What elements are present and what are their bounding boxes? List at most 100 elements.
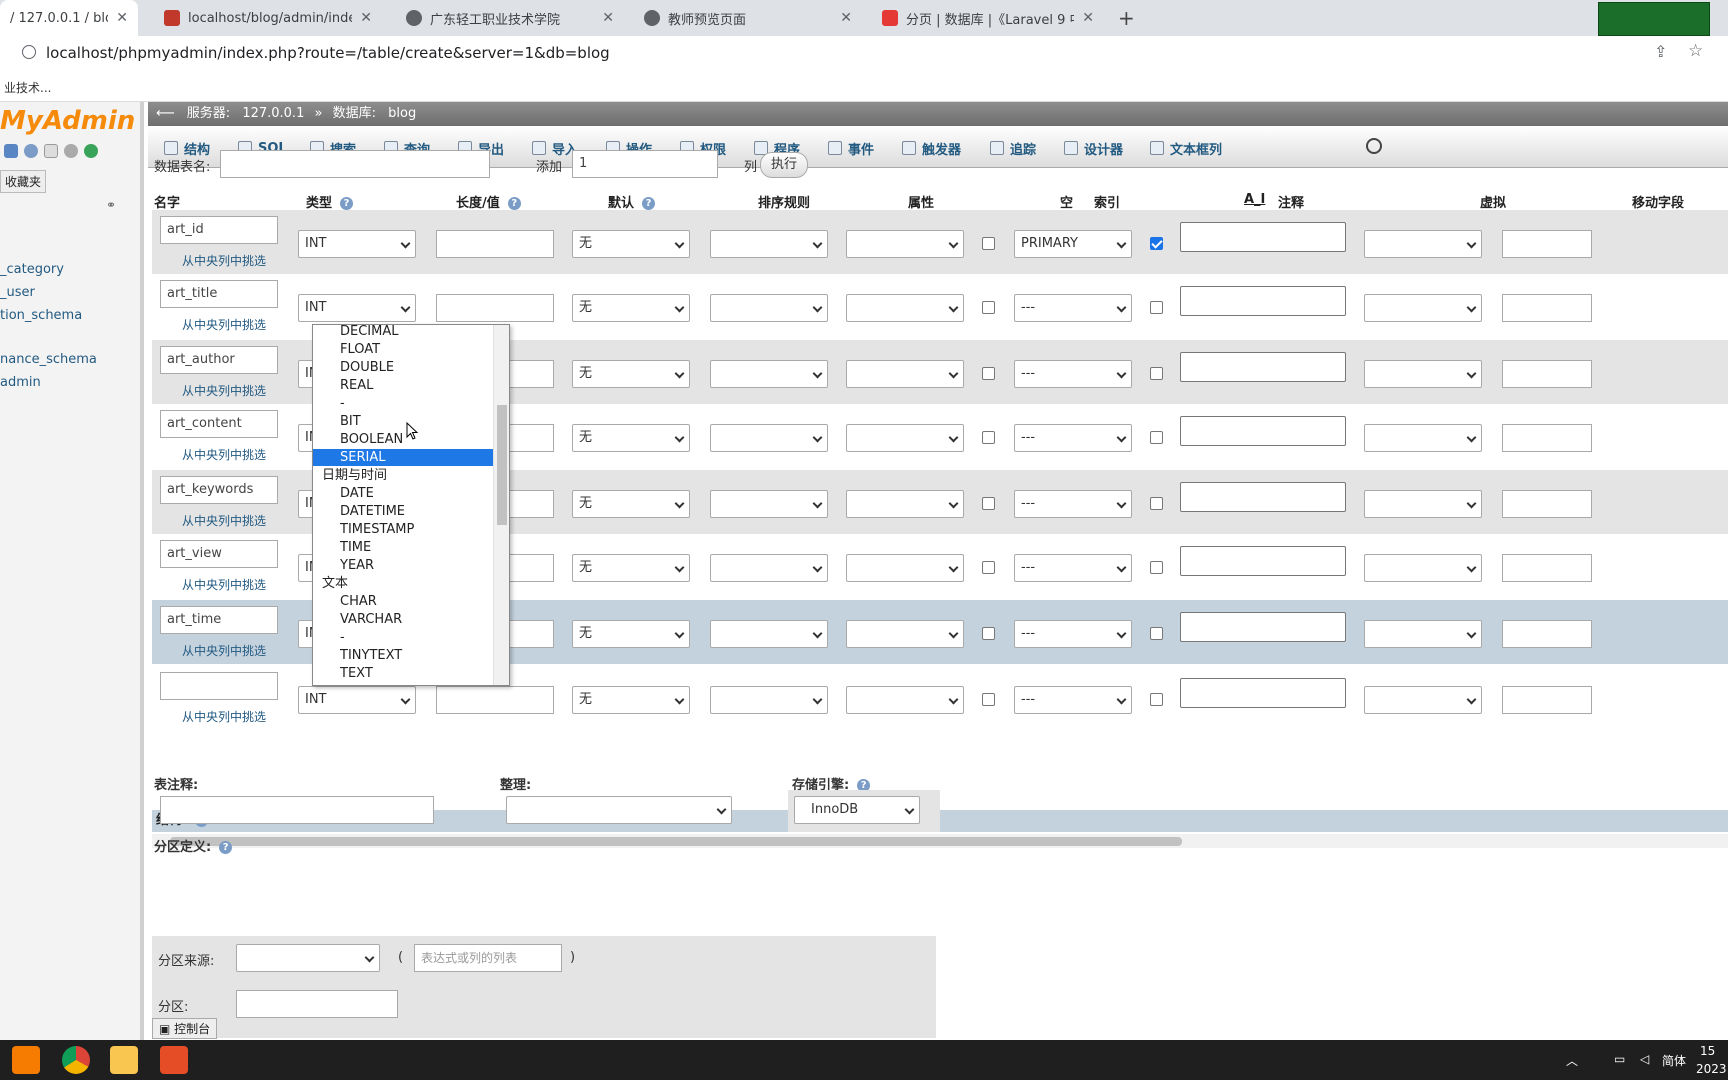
db-item[interactable]: tion_schema — [0, 308, 82, 323]
column-name-input[interactable]: art_time — [160, 606, 278, 634]
pick-central-link[interactable]: 从中央列中挑选 — [182, 576, 266, 593]
ai-checkbox[interactable] — [1150, 561, 1163, 574]
attributes-select[interactable] — [846, 490, 964, 518]
link-icon[interactable]: ⚭ — [106, 198, 116, 212]
close-icon[interactable]: ✕ — [360, 10, 372, 26]
index-select[interactable]: --- — [1014, 294, 1132, 322]
index-select[interactable]: --- — [1014, 554, 1132, 582]
collation-select[interactable] — [710, 360, 828, 388]
volume-icon[interactable]: ◁ — [1640, 1052, 1649, 1066]
browser-tab-admin[interactable]: localhost/blog/admin/index ✕ — [154, 0, 382, 36]
docs-icon[interactable] — [44, 144, 58, 158]
null-checkbox[interactable] — [982, 367, 995, 380]
column-name-input[interactable]: art_title — [160, 280, 278, 308]
index-select[interactable]: --- — [1014, 424, 1132, 452]
index-select[interactable]: PRIMARY — [1014, 230, 1132, 258]
default-select[interactable]: 无 — [572, 490, 690, 518]
type-option[interactable]: DATE — [313, 485, 493, 502]
null-checkbox[interactable] — [982, 561, 995, 574]
type-select[interactable]: INT — [298, 230, 416, 258]
type-option[interactable]: CHAR — [313, 593, 493, 610]
partition-by-select[interactable] — [236, 944, 380, 972]
move-column-select[interactable] — [1502, 294, 1592, 322]
horizontal-scrollbar[interactable] — [152, 834, 1728, 848]
move-column-select[interactable] — [1502, 424, 1592, 452]
virtual-select[interactable] — [1364, 294, 1482, 322]
type-option[interactable]: SERIAL — [313, 449, 493, 466]
ime-indicator[interactable]: 简体 — [1662, 1052, 1686, 1069]
type-select[interactable]: INT — [298, 294, 416, 322]
tab-central-columns[interactable]: 文本框列 — [1144, 134, 1228, 162]
collation-select[interactable] — [710, 490, 828, 518]
virtual-select[interactable] — [1364, 424, 1482, 452]
logo[interactable]: MyAdmin — [0, 106, 135, 136]
help-icon[interactable]: ? — [642, 197, 656, 210]
url-text[interactable]: localhost/phpmyadmin/index.php?route=/ta… — [46, 44, 610, 62]
help-icon[interactable]: ? — [340, 197, 354, 210]
ai-checkbox[interactable] — [1150, 627, 1163, 640]
move-column-select[interactable] — [1502, 686, 1592, 714]
scrollbar-thumb[interactable] — [170, 837, 1182, 846]
comment-textarea[interactable] — [1180, 222, 1346, 252]
attributes-select[interactable] — [846, 686, 964, 714]
index-select[interactable]: --- — [1014, 686, 1132, 714]
network-icon[interactable]: ▭ — [1614, 1052, 1625, 1066]
attributes-select[interactable] — [846, 230, 964, 258]
table-comment-input[interactable] — [160, 796, 434, 824]
chevron-up-icon[interactable]: ︿ — [1566, 1052, 1578, 1069]
type-option[interactable]: DATETIME — [313, 503, 493, 520]
default-select[interactable]: 无 — [572, 620, 690, 648]
browser-tab-phpmyadmin[interactable]: / 127.0.0.1 / blog | p ✕ — [0, 0, 138, 36]
null-checkbox[interactable] — [982, 431, 995, 444]
move-column-select[interactable] — [1502, 490, 1592, 518]
folder-icon[interactable] — [110, 1046, 138, 1074]
default-select[interactable]: 无 — [572, 360, 690, 388]
collation-select[interactable] — [710, 230, 828, 258]
xampp-icon[interactable] — [12, 1046, 40, 1074]
length-input[interactable] — [436, 294, 554, 322]
column-name-input[interactable]: art_keywords — [160, 476, 278, 504]
attributes-select[interactable] — [846, 424, 964, 452]
collation-select[interactable] — [506, 796, 732, 824]
pick-central-link[interactable]: 从中央列中挑选 — [182, 642, 266, 659]
comment-textarea[interactable] — [1180, 546, 1346, 576]
index-select[interactable]: --- — [1014, 620, 1132, 648]
index-select[interactable]: --- — [1014, 490, 1132, 518]
move-column-select[interactable] — [1502, 360, 1592, 388]
ai-checkbox[interactable] — [1150, 497, 1163, 510]
home-icon[interactable] — [4, 144, 18, 158]
virtual-select[interactable] — [1364, 554, 1482, 582]
address-bar[interactable]: localhost/phpmyadmin/index.php?route=/ta… — [0, 36, 1728, 76]
type-option[interactable]: TINYTEXT — [313, 647, 493, 664]
null-checkbox[interactable] — [982, 497, 995, 510]
null-checkbox[interactable] — [982, 693, 995, 706]
column-name-input[interactable] — [160, 672, 278, 700]
bookmark-item[interactable]: 业技术... — [4, 81, 51, 95]
default-select[interactable]: 无 — [572, 294, 690, 322]
type-option[interactable]: VARCHAR — [313, 611, 493, 628]
ai-checkbox[interactable] — [1150, 693, 1163, 706]
attributes-select[interactable] — [846, 620, 964, 648]
pick-central-link[interactable]: 从中央列中挑选 — [182, 446, 266, 463]
db-item[interactable]: admin — [0, 375, 41, 390]
collation-select[interactable] — [710, 686, 828, 714]
comment-textarea[interactable] — [1180, 612, 1346, 642]
collapse-icon[interactable]: ⟵ — [156, 106, 175, 121]
db-item[interactable]: _user — [0, 285, 35, 300]
chrome-icon[interactable] — [62, 1046, 90, 1074]
go-button[interactable]: 执行 — [760, 152, 809, 178]
default-select[interactable]: 无 — [572, 424, 690, 452]
type-option[interactable]: FLOAT — [313, 341, 493, 358]
table-name-input[interactable] — [220, 150, 490, 178]
type-option[interactable]: TIMESTAMP — [313, 521, 493, 538]
browser-tab-college[interactable]: 广东轻工职业技术学院 ✕ — [396, 0, 624, 36]
comment-textarea[interactable] — [1180, 352, 1346, 382]
type-select[interactable]: INT — [298, 686, 416, 714]
console-toggle[interactable]: ▣ 控制台 — [152, 1018, 218, 1039]
move-column-select[interactable] — [1502, 230, 1592, 258]
comment-textarea[interactable] — [1180, 286, 1346, 316]
server-link[interactable]: 127.0.0.1 — [242, 106, 304, 121]
virtual-select[interactable] — [1364, 686, 1482, 714]
ai-checkbox[interactable] — [1150, 237, 1163, 250]
info-icon[interactable] — [22, 45, 36, 59]
